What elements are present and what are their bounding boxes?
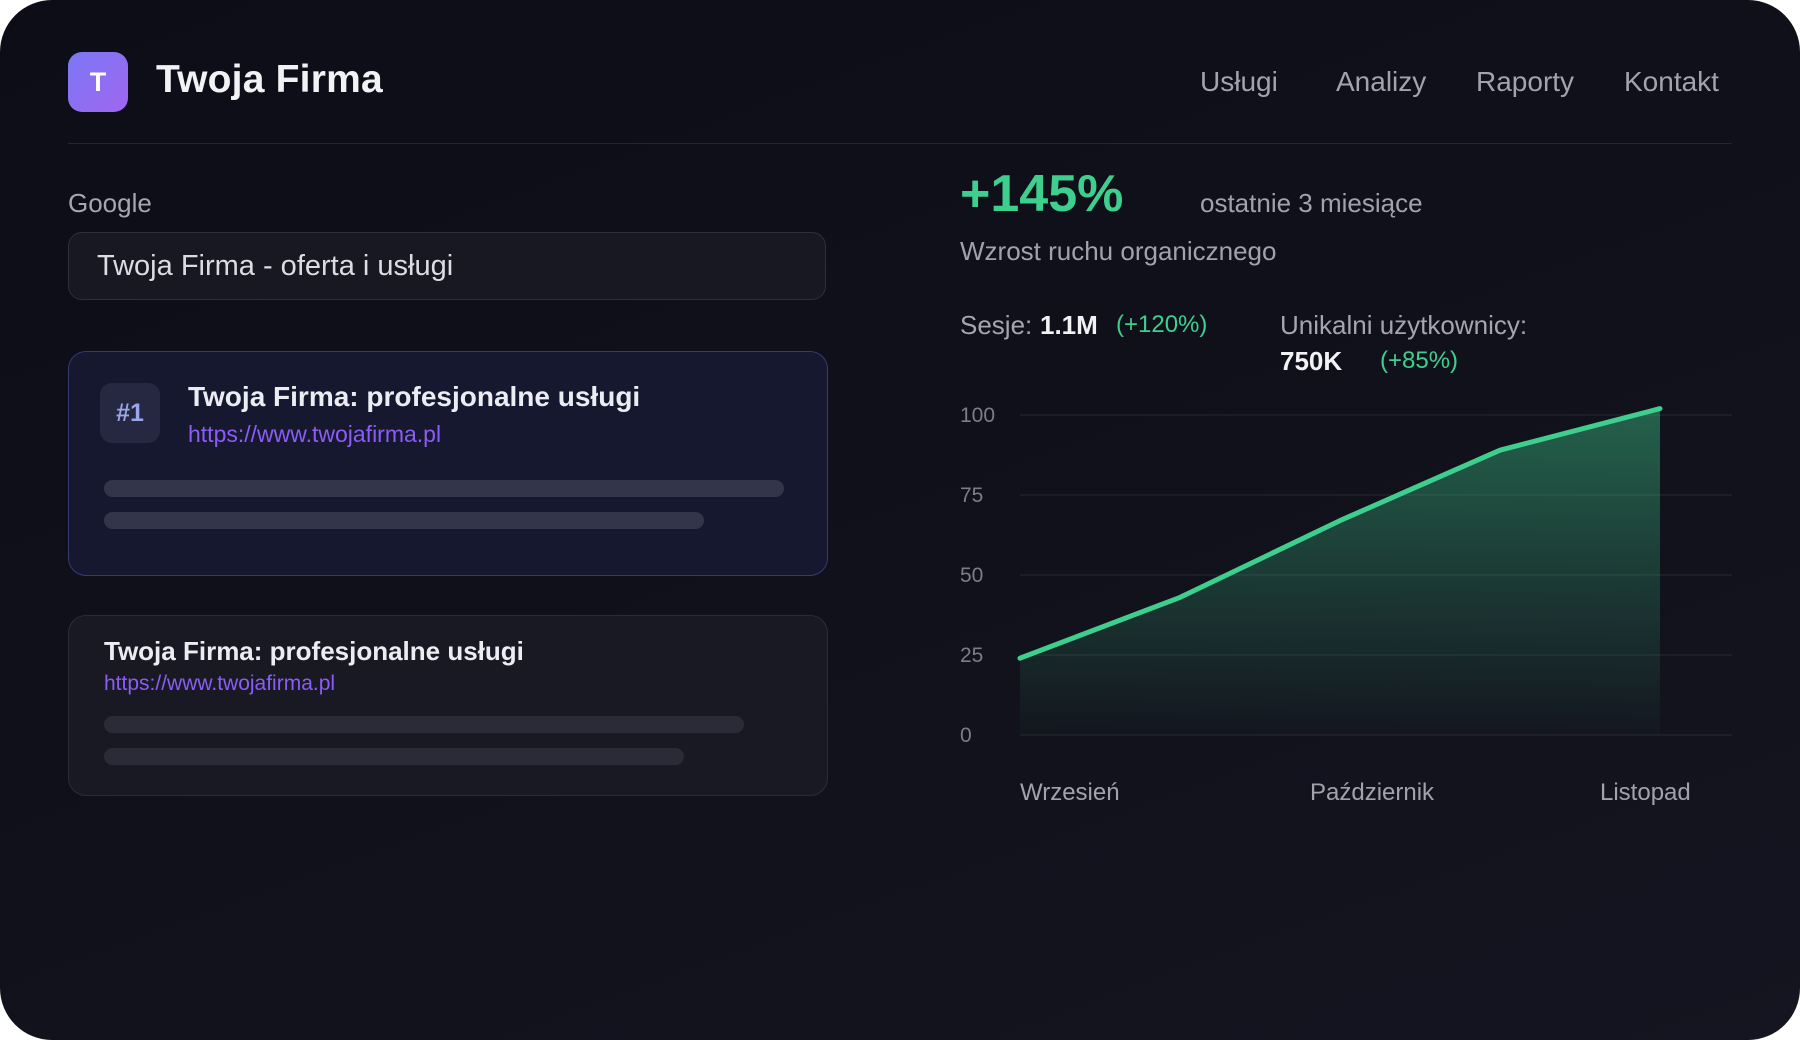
chart-area-fill bbox=[1020, 408, 1660, 735]
y-tick-label: 25 bbox=[960, 644, 983, 667]
x-tick-label: Listopad bbox=[1600, 779, 1691, 806]
y-tick-label: 0 bbox=[960, 724, 972, 747]
y-tick-label: 50 bbox=[960, 564, 983, 587]
app-window: T Twoja Firma Usługi Analizy Raporty Kon… bbox=[0, 0, 1800, 1040]
traffic-chart: 0 25 50 75 100 Wrzesień Październik Listopad bbox=[960, 404, 1732, 806]
y-tick-label: 100 bbox=[960, 404, 995, 427]
x-tick-label: Wrzesień bbox=[1020, 779, 1120, 806]
x-tick-label: Październik bbox=[1310, 779, 1435, 806]
y-tick-label: 75 bbox=[960, 484, 983, 507]
